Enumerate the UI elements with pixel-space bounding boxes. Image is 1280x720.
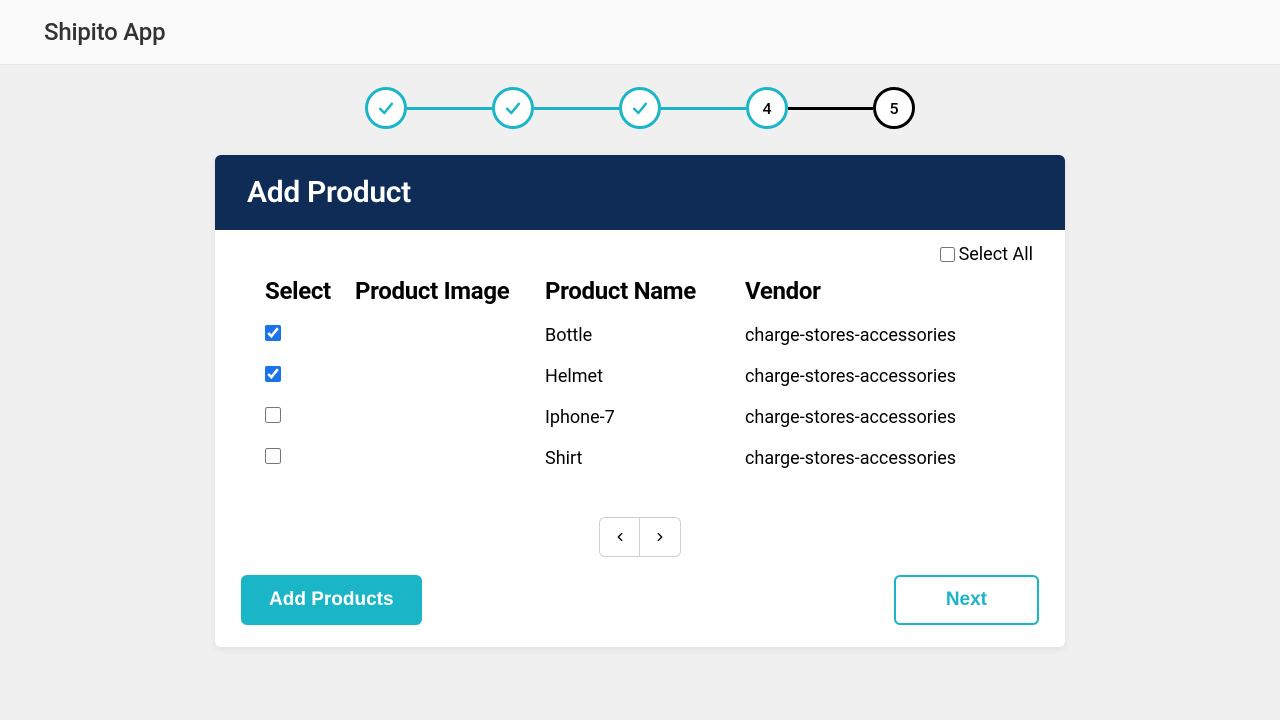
row-checkbox[interactable] bbox=[265, 325, 281, 341]
table-row: Iphone-7charge-stores-accessories bbox=[247, 397, 1033, 438]
vendor-cell: charge-stores-accessories bbox=[745, 366, 1015, 387]
pager-box bbox=[599, 517, 681, 557]
vendor-cell: charge-stores-accessories bbox=[745, 448, 1015, 469]
step-1[interactable] bbox=[365, 87, 407, 129]
step-connector bbox=[788, 107, 873, 110]
app-title: Shipito App bbox=[44, 18, 1236, 46]
card-title: Add Product bbox=[215, 155, 1065, 230]
row-checkbox[interactable] bbox=[265, 407, 281, 423]
table-row: Shirtcharge-stores-accessories bbox=[247, 438, 1033, 479]
table-row: Bottlecharge-stores-accessories bbox=[247, 315, 1033, 356]
check-icon bbox=[376, 98, 396, 118]
select-all-row: Select All bbox=[215, 230, 1065, 265]
chevron-left-icon bbox=[613, 530, 627, 544]
row-checkbox[interactable] bbox=[265, 366, 281, 382]
topbar: Shipito App bbox=[0, 0, 1280, 65]
col-vendor: Vendor bbox=[745, 277, 1015, 305]
product-name-cell: Helmet bbox=[545, 366, 745, 387]
step-5[interactable]: 5 bbox=[873, 87, 915, 129]
step-2[interactable] bbox=[492, 87, 534, 129]
check-icon bbox=[630, 98, 650, 118]
pager bbox=[215, 517, 1065, 557]
row-checkbox[interactable] bbox=[265, 448, 281, 464]
step-connector bbox=[661, 107, 746, 110]
col-name: Product Name bbox=[545, 277, 745, 305]
select-all-checkbox[interactable] bbox=[940, 247, 955, 262]
step-connector bbox=[407, 107, 492, 110]
col-select: Select bbox=[265, 277, 355, 305]
vendor-cell: charge-stores-accessories bbox=[745, 325, 1015, 346]
product-name-cell: Iphone-7 bbox=[545, 407, 745, 428]
content: 45 Add Product Select All Select Product… bbox=[0, 65, 1280, 647]
add-products-button[interactable]: Add Products bbox=[241, 575, 422, 625]
footer-buttons: Add Products Next bbox=[215, 575, 1065, 625]
step-connector bbox=[534, 107, 619, 110]
select-all-label: Select All bbox=[959, 244, 1033, 265]
next-button[interactable]: Next bbox=[894, 575, 1039, 625]
step-4[interactable]: 4 bbox=[746, 87, 788, 129]
check-icon bbox=[503, 98, 523, 118]
step-3[interactable] bbox=[619, 87, 661, 129]
next-page-button[interactable] bbox=[640, 518, 680, 556]
vendor-cell: charge-stores-accessories bbox=[745, 407, 1015, 428]
chevron-right-icon bbox=[653, 530, 667, 544]
product-table: Select Product Image Product Name Vendor… bbox=[247, 273, 1033, 479]
stepper: 45 bbox=[215, 87, 1065, 129]
product-name-cell: Bottle bbox=[545, 325, 745, 346]
card: Add Product Select All Select Product Im… bbox=[215, 155, 1065, 647]
table-row: Helmetcharge-stores-accessories bbox=[247, 356, 1033, 397]
col-image: Product Image bbox=[355, 277, 545, 305]
table-header: Select Product Image Product Name Vendor bbox=[247, 273, 1033, 315]
product-name-cell: Shirt bbox=[545, 448, 745, 469]
prev-page-button[interactable] bbox=[600, 518, 640, 556]
